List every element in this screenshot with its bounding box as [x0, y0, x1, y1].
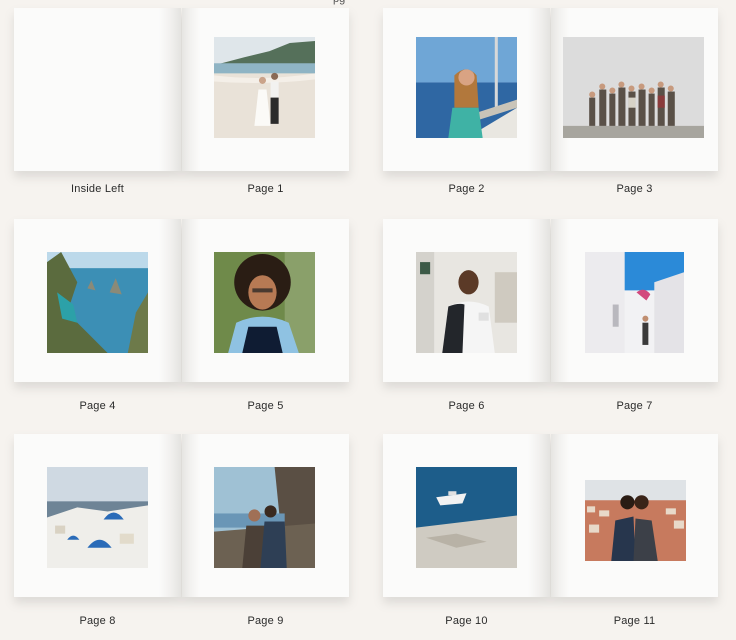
- photo-coastal-cliffs[interactable]: [47, 252, 148, 353]
- photo-smiling-man[interactable]: [416, 252, 517, 353]
- page-4[interactable]: [14, 219, 181, 382]
- page-10[interactable]: [383, 434, 550, 597]
- page-label-10: Page 10: [445, 615, 488, 627]
- page-6[interactable]: [383, 219, 550, 382]
- page-label-6: Page 6: [448, 400, 485, 412]
- page-1[interactable]: [182, 8, 349, 171]
- spread-page-10-11[interactable]: [383, 434, 718, 597]
- spread-inside-left-page-1[interactable]: [14, 8, 349, 171]
- page-7[interactable]: [551, 219, 718, 382]
- photo-boat-sea[interactable]: [416, 467, 517, 568]
- top-cut-off-text: pg: [333, 0, 345, 5]
- photo-couple-rocks[interactable]: [214, 467, 315, 568]
- photo-couple-beach[interactable]: [214, 37, 315, 138]
- page-label-4: Page 4: [79, 400, 116, 412]
- page-label-9: Page 9: [247, 615, 284, 627]
- page-inside-left[interactable]: [14, 8, 181, 171]
- photo-santorini-domes[interactable]: [47, 467, 148, 568]
- page-label-inside-left: Inside Left: [71, 183, 124, 195]
- photo-white-architecture[interactable]: [585, 252, 684, 353]
- photo-woman-boat[interactable]: [416, 37, 517, 138]
- page-8[interactable]: [14, 434, 181, 597]
- page-label-2: Page 2: [448, 183, 485, 195]
- page-2[interactable]: [383, 8, 550, 171]
- photo-family-group[interactable]: [563, 37, 704, 138]
- page-3[interactable]: [551, 8, 718, 171]
- photo-book-preview: pg Inside Left Page 1: [0, 0, 736, 640]
- photo-couple-city[interactable]: [585, 480, 686, 561]
- page-label-5: Page 5: [247, 400, 284, 412]
- spread-page-2-3[interactable]: [383, 8, 718, 171]
- page-label-7: Page 7: [616, 400, 653, 412]
- page-9[interactable]: [182, 434, 349, 597]
- page-11[interactable]: [551, 434, 718, 597]
- photo-curly-hair-woman[interactable]: [214, 252, 315, 353]
- spread-page-4-5[interactable]: [14, 219, 349, 382]
- page-label-1: Page 1: [247, 183, 284, 195]
- page-5[interactable]: [182, 219, 349, 382]
- spread-page-6-7[interactable]: [383, 219, 718, 382]
- spread-page-8-9[interactable]: [14, 434, 349, 597]
- page-label-11: Page 11: [613, 615, 656, 627]
- page-label-8: Page 8: [79, 615, 116, 627]
- page-label-3: Page 3: [616, 183, 653, 195]
